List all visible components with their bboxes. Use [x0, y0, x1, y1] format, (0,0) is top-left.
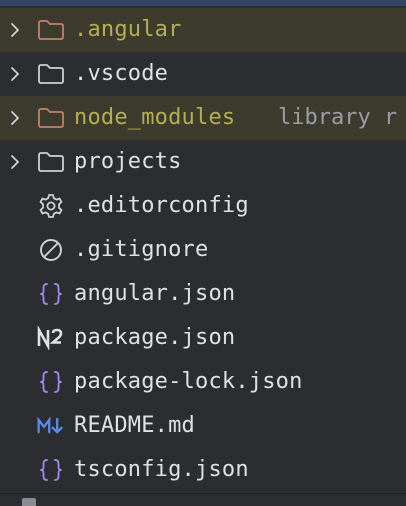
npm-icon — [36, 325, 66, 351]
tree-item-label: .angular — [74, 17, 182, 42]
json-icon — [36, 457, 66, 483]
tree-item-label: .gitignore — [74, 237, 209, 262]
library-root-hint: library r — [278, 105, 398, 130]
folder-icon — [36, 149, 66, 175]
external-libraries-icon — [22, 498, 36, 506]
folder-icon — [36, 105, 66, 131]
chevron-right-icon[interactable] — [6, 21, 24, 39]
folder-icon — [36, 61, 66, 87]
tree-row-package-json-file[interactable]: package.json — [0, 316, 406, 360]
tree-row-projects-folder[interactable]: projects — [0, 140, 406, 184]
tree-item-label: package.json — [74, 325, 236, 350]
tree-row-node-modules-folder[interactable]: node_modules library r — [0, 96, 406, 140]
folder-icon — [36, 17, 66, 43]
tree-row-angular-json-file[interactable]: angular.json — [0, 272, 406, 316]
tree-bottom-gutter — [0, 492, 406, 506]
tree-row-tsconfig-json-file[interactable]: tsconfig.json — [0, 448, 406, 492]
tree-row-package-lock-json-file[interactable]: package-lock.json — [0, 360, 406, 404]
tree-item-label: projects — [74, 149, 182, 174]
tree-item-label: .editorconfig — [74, 193, 249, 218]
ignore-icon — [36, 237, 66, 263]
selection-edge — [0, 0, 406, 6]
tree-item-label: .vscode — [74, 61, 169, 86]
tree-item-label: tsconfig.json — [74, 457, 249, 482]
tree-item-label: angular.json — [74, 281, 236, 306]
tree-item-label: README.md — [74, 413, 196, 438]
chevron-right-icon[interactable] — [6, 153, 24, 171]
tree-row-editorconfig-file[interactable]: .editorconfig — [0, 184, 406, 228]
project-file-tree: .angular .vscode node_modules library r — [0, 0, 406, 506]
tree-row-angular-folder[interactable]: .angular — [0, 8, 406, 52]
chevron-right-icon[interactable] — [6, 65, 24, 83]
tree-row-readme-file[interactable]: README.md — [0, 404, 406, 448]
markdown-icon — [36, 413, 66, 439]
tree-divider — [0, 493, 406, 494]
json-icon — [36, 281, 66, 307]
chevron-right-icon[interactable] — [6, 109, 24, 127]
tree-item-label: node_modules — [74, 105, 236, 130]
json-icon — [36, 369, 66, 395]
tree-item-label: package-lock.json — [74, 369, 303, 394]
tree-row-gitignore-file[interactable]: .gitignore — [0, 228, 406, 272]
tree-row-vscode-folder[interactable]: .vscode — [0, 52, 406, 96]
gear-icon — [36, 193, 66, 219]
